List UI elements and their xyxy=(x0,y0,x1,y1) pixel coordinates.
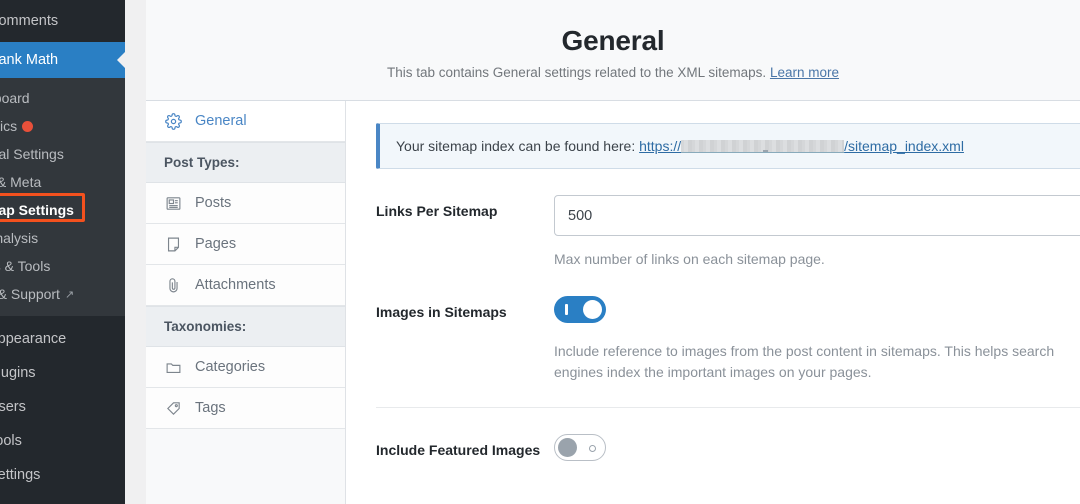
sidebar-item-users-label: Users xyxy=(0,399,26,415)
page-subtitle-text: This tab contains General settings relat… xyxy=(387,65,766,80)
include-featured-images-label: Include Featured Images xyxy=(376,434,554,466)
toggle-off-circle-icon xyxy=(589,445,596,452)
nav-heading-taxonomies: Taxonomies: xyxy=(146,306,345,347)
field-links-per-sitemap: Links Per Sitemap Max number of links on… xyxy=(376,195,1080,270)
external-link-icon: ↗ xyxy=(65,288,74,301)
nav-item-categories-label: Categories xyxy=(195,359,265,375)
nav-item-pages-label: Pages xyxy=(195,236,236,252)
page-header: General This tab contains General settin… xyxy=(146,0,1080,101)
sidebar-item-settings-label: Settings xyxy=(0,467,40,483)
sidebar-subitem-analytics-label: lytics xyxy=(0,118,17,134)
nav-item-posts-label: Posts xyxy=(195,195,231,211)
sidebar-item-rank-math[interactable]: Rank Math xyxy=(0,42,125,78)
toggle-knob xyxy=(583,300,602,319)
links-per-sitemap-label: Links Per Sitemap xyxy=(376,195,554,270)
page-subtitle: This tab contains General settings relat… xyxy=(387,65,839,80)
sidebar-item-comments-label: Comments xyxy=(0,13,58,29)
sidebar-item-plugins[interactable]: Plugins xyxy=(0,356,125,390)
nav-item-general[interactable]: General xyxy=(146,101,345,142)
paperclip-icon xyxy=(164,276,183,295)
sidebar-item-tools[interactable]: Tools xyxy=(0,424,125,458)
nav-item-tags-label: Tags xyxy=(195,400,226,416)
tag-icon xyxy=(164,399,183,418)
sidebar-item-appearance-label: Appearance xyxy=(0,331,66,347)
sidebar-subitem-titles-meta[interactable]: s & Meta xyxy=(0,168,125,196)
settings-nav: General Post Types: Post xyxy=(146,101,346,504)
sidebar-subitem-dashboard[interactable]: hboard xyxy=(0,84,125,112)
sitemap-index-link[interactable]: https:// /sitemap_index.xml xyxy=(639,138,964,154)
images-in-sitemaps-control: Include reference to images from the pos… xyxy=(554,296,1080,383)
nav-item-general-label: General xyxy=(195,113,247,129)
sidebar-item-settings[interactable]: Settings xyxy=(0,458,125,492)
page-title: General xyxy=(562,25,665,57)
links-per-sitemap-input[interactable] xyxy=(554,195,1080,236)
sidebar-subitem-seo-analysis-label: Analysis xyxy=(0,230,38,246)
sidebar-item-comments[interactable]: Comments xyxy=(0,0,125,42)
sidebar-subitem-general-settings[interactable]: eral Settings xyxy=(0,140,125,168)
nav-item-pages[interactable]: Pages xyxy=(146,224,345,265)
sidebar-subitem-titles-meta-label: s & Meta xyxy=(0,174,41,190)
settings-body: General Post Types: Post xyxy=(146,101,1080,504)
sidebar-item-tools-label: Tools xyxy=(0,433,22,449)
nav-item-categories[interactable]: Categories xyxy=(146,347,345,388)
nav-item-attachments-label: Attachments xyxy=(195,277,276,293)
sidebar-subitem-sitemap-settings-label: map Settings xyxy=(0,202,74,218)
include-featured-images-toggle[interactable] xyxy=(554,434,606,461)
sidebar-subitem-sitemap-settings[interactable]: map Settings xyxy=(0,196,125,224)
toggle-on-bar-icon xyxy=(565,304,568,315)
folder-icon xyxy=(164,358,183,377)
nav-item-tags[interactable]: Tags xyxy=(146,388,345,429)
active-arrow-icon xyxy=(117,51,125,69)
nav-item-posts[interactable]: Posts xyxy=(146,183,345,224)
nav-heading-post-types: Post Types: xyxy=(146,142,345,183)
settings-content: Your sitemap index can be found here: ht… xyxy=(346,101,1080,504)
images-in-sitemaps-description: Include reference to images from the pos… xyxy=(554,341,1074,383)
section-divider xyxy=(376,407,1080,408)
field-include-featured-images: Include Featured Images xyxy=(376,434,1080,466)
wp-admin-sidebar: Comments Rank Math hboard lytics eral Se… xyxy=(0,0,125,504)
sidebar-subitem-general-settings-label: eral Settings xyxy=(0,146,64,162)
sidebar-item-users[interactable]: Users xyxy=(0,390,125,424)
sidebar-item-rank-math-label: Rank Math xyxy=(0,52,58,68)
page-icon xyxy=(164,235,183,254)
toggle-knob xyxy=(558,438,577,457)
sidebar-subitem-seo-analysis[interactable]: Analysis xyxy=(0,224,125,252)
app-screen: Comments Rank Math hboard lytics eral Se… xyxy=(0,0,1080,504)
gear-icon xyxy=(164,112,183,131)
links-per-sitemap-control: Max number of links on each sitemap page… xyxy=(554,195,1080,270)
links-per-sitemap-description: Max number of links on each sitemap page… xyxy=(554,249,1074,270)
field-images-in-sitemaps: Images in Sitemaps Include reference to … xyxy=(376,296,1080,383)
sidebar-subitem-status-tools-label: us & Tools xyxy=(0,258,50,274)
wp-sidebar-bottom-group: Appearance Plugins Users Tools Settings xyxy=(0,316,125,492)
main-panel: General This tab contains General settin… xyxy=(146,0,1080,504)
images-in-sitemaps-label: Images in Sitemaps xyxy=(376,296,554,383)
notice-text: Your sitemap index can be found here: xyxy=(396,138,635,154)
sitemap-url-suffix: /sitemap_index.xml xyxy=(844,138,964,154)
include-featured-images-control xyxy=(554,434,1080,466)
sidebar-item-appearance[interactable]: Appearance xyxy=(0,322,125,356)
sidebar-subitem-status-tools[interactable]: us & Tools xyxy=(0,252,125,280)
sidebar-gutter xyxy=(125,0,146,504)
nav-item-attachments[interactable]: Attachments xyxy=(146,265,345,306)
sidebar-subitem-help-support[interactable]: e & Support ↗ xyxy=(0,280,125,308)
learn-more-link[interactable]: Learn more xyxy=(770,65,839,80)
analytics-badge-icon xyxy=(22,121,33,132)
sidebar-subitem-help-support-label: e & Support xyxy=(0,286,60,302)
sitemap-url-scheme: https:// xyxy=(639,138,681,154)
post-icon xyxy=(164,194,183,213)
redacted-domain xyxy=(681,140,844,153)
images-in-sitemaps-toggle[interactable] xyxy=(554,296,606,323)
sitemap-index-notice: Your sitemap index can be found here: ht… xyxy=(376,123,1080,169)
sidebar-subitem-analytics[interactable]: lytics xyxy=(0,112,125,140)
sidebar-subitem-dashboard-label: hboard xyxy=(0,90,30,106)
sidebar-item-plugins-label: Plugins xyxy=(0,365,36,381)
rank-math-submenu: hboard lytics eral Settings s & Meta map… xyxy=(0,78,125,316)
